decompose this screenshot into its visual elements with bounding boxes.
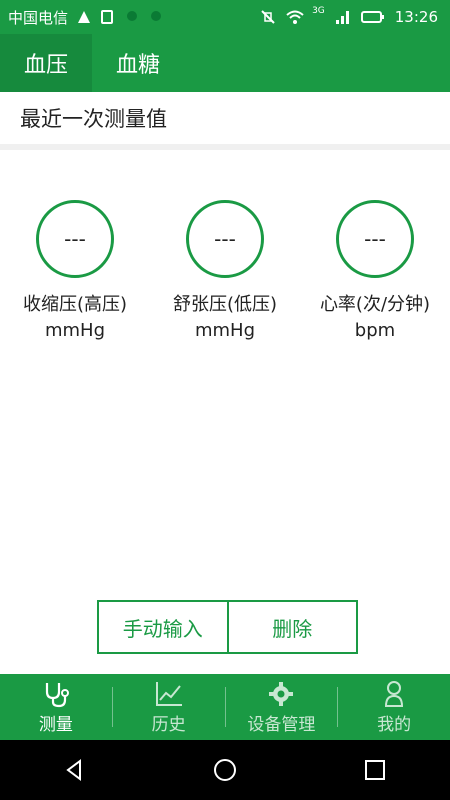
nav-mine[interactable]: 我的 [338, 674, 450, 740]
clock-time: 13:26 [394, 8, 438, 26]
manual-input-button[interactable]: 手动输入 [99, 602, 227, 652]
system-nav-bar [0, 740, 450, 800]
status-bar: 中国电信 3G 13:26 [0, 0, 450, 34]
delete-button[interactable]: 删除 [226, 602, 356, 652]
top-tabs: 血压 血糖 [0, 34, 450, 92]
chart-icon [155, 681, 182, 706]
back-icon[interactable] [60, 755, 90, 785]
wifi-icon [286, 9, 304, 25]
systolic-unit: mmHg [44, 320, 106, 341]
signal-app-icon [76, 9, 92, 25]
tab-blood-pressure[interactable]: 血压 [0, 34, 92, 92]
metric-systolic: --- 收缩压(高压) mmHg [0, 200, 150, 341]
gear-icon [269, 681, 294, 706]
recent-apps-icon[interactable] [360, 755, 390, 785]
qq-icon [124, 9, 140, 25]
status-left: 中国电信 [0, 7, 164, 28]
metric-heart-rate: --- 心率(次/分钟) bpm [300, 200, 450, 341]
nav-device-management[interactable]: 设备管理 [226, 674, 338, 740]
heart-rate-unit: bpm [354, 320, 396, 341]
nav-measure[interactable]: 测量 [0, 674, 112, 740]
person-icon [385, 680, 404, 707]
status-right: 3G 13:26 [260, 6, 450, 26]
carrier-label: 中国电信 [8, 8, 69, 27]
bottom-nav: 测量 历史 设备管理 我的 [0, 674, 450, 740]
section-title: 最近一次测量值 [20, 107, 167, 131]
nav-device-management-label: 设备管理 [247, 714, 316, 735]
qq-icon-2 [148, 9, 164, 25]
tab-blood-sugar[interactable]: 血糖 [92, 34, 184, 92]
systolic-label: 收缩压(高压) [22, 294, 128, 315]
heart-rate-label: 心率(次/分钟) [319, 294, 431, 315]
metric-diastolic: --- 舒张压(低压) mmHg [150, 200, 300, 341]
nav-history[interactable]: 历史 [113, 674, 225, 740]
nav-mine-label: 我的 [377, 714, 412, 735]
diastolic-value-circle: --- [186, 200, 264, 278]
diastolic-value: --- [214, 227, 236, 251]
systolic-value: --- [64, 227, 86, 251]
latest-measurement-header: 最近一次测量值 [0, 92, 450, 150]
systolic-value-circle: --- [36, 200, 114, 278]
battery-icon [360, 9, 385, 25]
mute-icon [260, 9, 276, 25]
network-type: 3G [312, 6, 325, 16]
home-icon[interactable] [210, 755, 240, 785]
stethoscope-icon [45, 682, 69, 707]
action-buttons: 手动输入 删除 [97, 600, 358, 654]
heart-rate-value-circle: --- [336, 200, 414, 278]
battery-small-icon [100, 9, 116, 25]
heart-rate-value: --- [364, 227, 386, 251]
diastolic-unit: mmHg [194, 320, 256, 341]
nav-history-label: 历史 [151, 714, 186, 735]
cell-signal-icon [335, 9, 351, 25]
diastolic-label: 舒张压(低压) [172, 294, 278, 315]
nav-measure-label: 测量 [38, 714, 73, 735]
